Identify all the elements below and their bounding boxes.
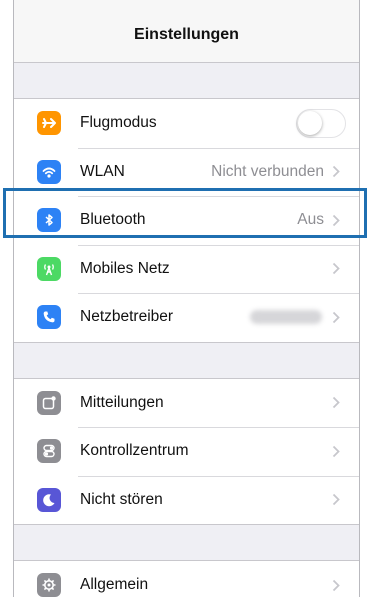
settings-group-notifications: Mitteilungen Kontrollzentrum Nicht störe… <box>14 377 359 525</box>
settings-group-connectivity: Flugmodus WLAN Nicht verbunden Bluetooth… <box>14 98 359 343</box>
settings-row-value: Nicht verbunden <box>211 162 324 180</box>
settings-row-wlan[interactable]: WLAN Nicht verbunden <box>14 147 359 197</box>
settings-row-nicht-stoeren[interactable]: Nicht stören <box>14 475 359 525</box>
chevron-right-icon <box>332 165 342 178</box>
settings-row-bluetooth[interactable]: Bluetooth Aus <box>14 196 359 245</box>
chevron-right-icon <box>332 214 342 227</box>
settings-row-netzbetreiber[interactable]: Netzbetreiber <box>14 293 359 342</box>
chevron-right-icon <box>332 445 342 458</box>
settings-group-general: Allgemein <box>14 560 359 597</box>
wifi-icon <box>37 159 61 184</box>
toggle-knob <box>298 110 322 135</box>
chevron-right-icon <box>332 396 342 409</box>
chevron-right-icon <box>332 311 342 324</box>
settings-row-label: Netzbetreiber <box>80 308 174 326</box>
carrier-name-redacted <box>250 310 322 325</box>
settings-screen: Einstellungen Flugmodus WLAN Nicht verbu… <box>13 0 360 597</box>
moon-icon <box>37 487 61 512</box>
settings-row-allgemein[interactable]: Allgemein <box>14 561 359 597</box>
settings-row-label: Mobiles Netz <box>80 259 170 277</box>
settings-row-label: Flugmodus <box>80 114 157 132</box>
bluetooth-icon <box>37 208 61 233</box>
settings-row-label: Allgemein <box>80 576 149 594</box>
navigation-bar: Einstellungen <box>14 0 359 63</box>
settings-row-label: Bluetooth <box>80 211 146 229</box>
settings-row-label: Nicht stören <box>80 490 163 508</box>
settings-row-label: Mitteilungen <box>80 393 164 411</box>
settings-row-mitteilungen[interactable]: Mitteilungen <box>14 379 359 428</box>
airplane-icon <box>37 111 61 136</box>
chevron-right-icon <box>332 579 342 592</box>
chevron-right-icon <box>332 262 342 275</box>
antenna-icon <box>37 256 61 281</box>
switches-icon <box>37 439 61 464</box>
notifications-icon <box>37 390 61 415</box>
settings-row-kontrollzentrum[interactable]: Kontrollzentrum <box>14 427 359 476</box>
chevron-right-icon <box>332 493 342 506</box>
phone-icon <box>37 305 61 330</box>
settings-row-mobiles-netz[interactable]: Mobiles Netz <box>14 244 359 294</box>
gear-icon <box>37 573 61 597</box>
settings-row-value: Aus <box>297 211 324 229</box>
settings-row-flugmodus[interactable]: Flugmodus <box>14 99 359 148</box>
settings-row-label: Kontrollzentrum <box>80 442 189 460</box>
page-title: Einstellungen <box>134 26 239 43</box>
airplane-mode-toggle[interactable] <box>296 108 346 138</box>
settings-row-label: WLAN <box>80 162 125 180</box>
